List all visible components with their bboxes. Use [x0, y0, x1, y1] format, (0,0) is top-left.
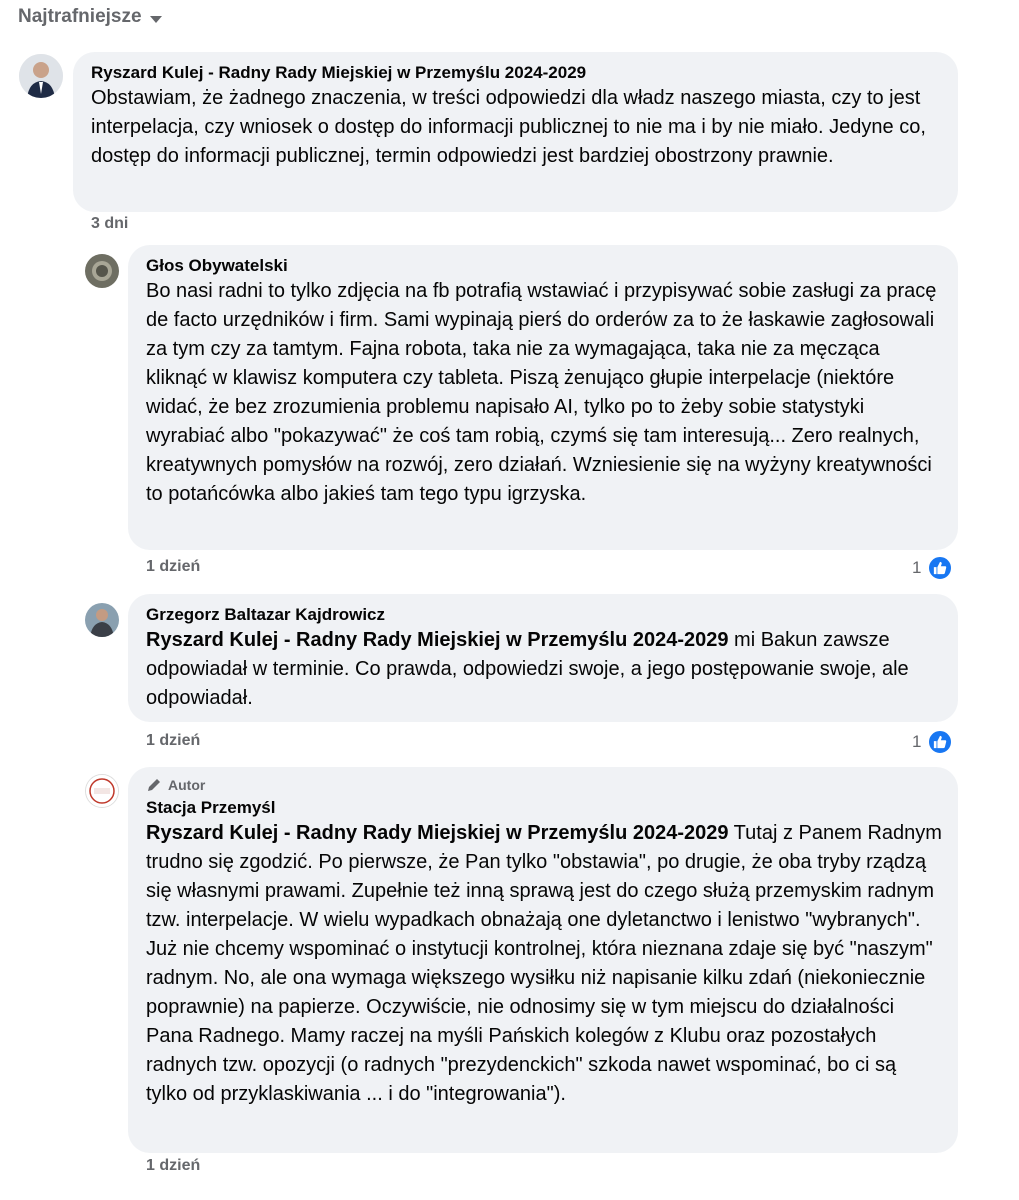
comment-bubble: Głos Obywatelski Bo nasi radni to tylko … [128, 245, 958, 550]
comment-bubble: Ryszard Kulej - Radny Rady Miejskiej w P… [73, 52, 958, 212]
author-badge-label: Autor [168, 777, 206, 793]
comment-timestamp[interactable]: 1 dzień [146, 732, 200, 750]
avatar[interactable] [85, 254, 119, 288]
comment-author[interactable]: Głos Obywatelski [146, 255, 942, 277]
avatar[interactable] [85, 603, 119, 637]
comment-timestamp[interactable]: 3 dni [91, 215, 128, 233]
sort-dropdown[interactable]: Najtrafniejsze [18, 6, 162, 28]
reaction-count[interactable]: 1 [912, 729, 954, 755]
comment-bubble: Autor Stacja Przemyśl Ryszard Kulej - Ra… [128, 767, 958, 1153]
comment-timestamp[interactable]: 1 dzień [146, 1157, 200, 1175]
comment-bubble: Grzegorz Baltazar Kajdrowicz Ryszard Kul… [128, 594, 958, 722]
comment-author[interactable]: Stacja Przemyśl [146, 797, 942, 819]
comment-text: Ryszard Kulej - Radny Rady Miejskiej w P… [146, 819, 942, 1109]
like-count: 1 [912, 732, 922, 751]
comment-author[interactable]: Grzegorz Baltazar Kajdrowicz [146, 604, 942, 626]
thumbs-up-icon [927, 555, 954, 581]
sort-label: Najtrafniejsze [18, 6, 142, 27]
comment-body: Tutaj z Panem Radnym trudno się zgodzić.… [146, 822, 942, 1105]
comment-text: Bo nasi radni to tylko zdjęcia na fb pot… [146, 280, 937, 505]
comment-text: Obstawiam, że żadnego znaczenia, w treśc… [91, 87, 926, 167]
comment-timestamp[interactable]: 1 dzień [146, 558, 200, 576]
mention-link[interactable]: Ryszard Kulej - Radny Rady Miejskiej w P… [146, 629, 728, 651]
thumbs-up-icon [927, 729, 954, 755]
avatar[interactable] [19, 54, 63, 98]
avatar[interactable] [85, 774, 119, 808]
mention-link[interactable]: Ryszard Kulej - Radny Rady Miejskiej w P… [146, 822, 728, 844]
comment-author[interactable]: Ryszard Kulej - Radny Rady Miejskiej w P… [91, 62, 942, 84]
comment-text: Ryszard Kulej - Radny Rady Miejskiej w P… [146, 626, 942, 713]
author-badge: Autor [146, 777, 942, 793]
like-count: 1 [912, 558, 922, 577]
pen-icon [148, 779, 160, 791]
reaction-count[interactable]: 1 [912, 555, 954, 581]
chevron-down-icon [149, 15, 162, 23]
